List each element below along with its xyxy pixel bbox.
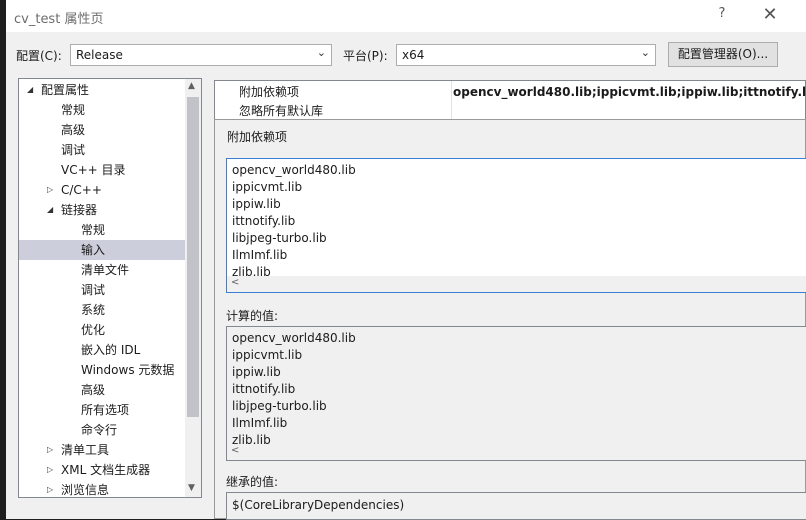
tree-item-label: Windows 元数据 — [81, 363, 175, 377]
popup-title: 附加依赖项 — [227, 130, 288, 144]
text-line: ippiw.lib — [232, 365, 281, 379]
expanded-arrow-icon[interactable]: ◢ — [47, 200, 53, 220]
computed-label: 计算的值: — [226, 309, 279, 323]
config-manager-button[interactable]: 配置管理器(O)... — [668, 42, 778, 67]
tree-item-label: 输入 — [81, 243, 106, 257]
tree-item[interactable]: ▷ 清单工具 — [19, 440, 185, 460]
tree-scrollbar[interactable]: ▲ ▼ — [185, 79, 201, 497]
title-bar: cv_test 属性页 ? ✕ — [6, 0, 806, 32]
tree-item-label: XML 文档生成器 — [61, 463, 151, 477]
additional-deps-dialog: 附加依赖项 opencv_world480.lib ippicvmt.lib ipp… — [214, 119, 806, 520]
chevron-down-icon: ⌄ — [640, 46, 650, 59]
tree-item-label: 常规 — [81, 223, 106, 237]
text-line: ippicvmt.lib — [232, 348, 303, 362]
tree-item[interactable]: 常规 — [19, 220, 185, 240]
chevron-down-icon: ⌄ — [316, 46, 326, 59]
tree-scroll-thumb[interactable] — [187, 97, 199, 417]
tree-item[interactable]: 清单文件 — [19, 260, 185, 280]
platform-label: 平台(P): — [343, 49, 388, 63]
tree-item-label: 嵌入的 IDL — [81, 343, 141, 357]
tree-item-label: 高级 — [81, 383, 106, 397]
config-dropdown[interactable]: Release ⌄ — [70, 44, 332, 66]
tree-item[interactable]: ▷ XML 文档生成器 — [19, 460, 185, 480]
text-line: ittnotify.lib — [232, 214, 296, 228]
text-line: $(CoreLibraryDependencies) — [232, 498, 405, 512]
config-value: Release — [76, 48, 123, 62]
tree-item[interactable]: ◢ 配置属性 — [19, 80, 185, 100]
inherited-label: 继承的值: — [226, 475, 279, 489]
tree-item[interactable]: 常规 — [19, 100, 185, 120]
tree-item-label: 调试 — [61, 143, 86, 157]
tree-item[interactable]: 系统 — [19, 300, 185, 320]
tree-item-label: 常规 — [61, 103, 86, 117]
computed-values-box: opencv_world480.lib ippicvmt.lib ippiw.lib… — [226, 326, 806, 461]
tree-item-label: 清单工具 — [61, 443, 110, 457]
tree-item[interactable]: 输入 — [19, 240, 185, 260]
property-tree[interactable]: ◢ 配置属性 常规 高级 调试 VC++ 目录 ▷ C/C++ ◢ 链接器 常规 输入 清单文件 调试 系统… — [18, 78, 202, 498]
platform-dropdown[interactable]: x64 ⌄ — [396, 44, 656, 66]
tree-item-label: VC++ 目录 — [61, 163, 126, 177]
tree-item-label: 浏览信息 — [61, 483, 110, 497]
scroll-up-icon[interactable]: ▲ — [188, 81, 195, 91]
tree-item-label: 清单文件 — [81, 263, 130, 277]
tree-item[interactable]: ▷ C/C++ — [19, 180, 185, 200]
grid-row-value: opencv_world480.lib;ippicvmt.lib;ippiw.l… — [453, 85, 806, 99]
tree-item[interactable]: 所有选项 — [19, 400, 185, 420]
tree-item-label: 调试 — [81, 283, 106, 297]
deps-edit-box[interactable]: opencv_world480.lib ippicvmt.lib ippiw.lib… — [226, 158, 806, 293]
tree-item[interactable]: 调试 — [19, 280, 185, 300]
close-button[interactable]: ✕ — [758, 3, 782, 27]
tree-item-label: 系统 — [81, 303, 106, 317]
computed-h-scrollbar[interactable]: < — [227, 444, 806, 460]
tree-item-label: 高级 — [61, 123, 86, 137]
tree-item[interactable]: 优化 — [19, 320, 185, 340]
tree-item[interactable]: 高级 — [19, 380, 185, 400]
collapsed-arrow-icon[interactable]: ▷ — [47, 460, 53, 480]
text-line: ippicvmt.lib — [232, 180, 303, 194]
config-label: 配置(C): — [16, 49, 62, 63]
tree-item[interactable]: Windows 元数据 — [19, 360, 185, 380]
tree-item-label: 链接器 — [61, 203, 98, 217]
help-button[interactable]: ? — [714, 6, 730, 26]
text-line: IlmImf.lib — [232, 416, 288, 430]
tree-item[interactable]: 嵌入的 IDL — [19, 340, 185, 360]
tree-item-label: 优化 — [81, 323, 106, 337]
grid-row-name: 附加依赖项 — [239, 85, 300, 99]
edit-h-scrollbar[interactable]: < — [227, 276, 806, 292]
scroll-left-icon[interactable]: < — [231, 277, 239, 288]
scroll-down-icon[interactable]: ▼ — [188, 483, 195, 493]
tree-item-label: 配置属性 — [41, 83, 90, 97]
text-line: libjpeg-turbo.lib — [232, 231, 327, 245]
text-line: libjpeg-turbo.lib — [232, 399, 327, 413]
text-line: ippiw.lib — [232, 197, 281, 211]
tree-item[interactable]: VC++ 目录 — [19, 160, 185, 180]
text-line: opencv_world480.lib — [232, 331, 356, 345]
platform-value: x64 — [402, 48, 425, 62]
tree-item-label: C/C++ — [61, 183, 102, 197]
collapsed-arrow-icon[interactable]: ▷ — [47, 440, 53, 460]
text-line: ittnotify.lib — [232, 382, 296, 396]
expanded-arrow-icon[interactable]: ◢ — [27, 80, 33, 100]
collapsed-arrow-icon[interactable]: ▷ — [47, 180, 53, 200]
tree-item[interactable]: 调试 — [19, 140, 185, 160]
text-line: opencv_world480.lib — [232, 163, 356, 177]
tree-item[interactable]: 命令行 — [19, 420, 185, 440]
collapsed-arrow-icon[interactable]: ▷ — [47, 480, 53, 497]
tree-item[interactable]: ◢ 链接器 — [19, 200, 185, 220]
tree-item-label: 命令行 — [81, 423, 118, 437]
grid-divider — [451, 81, 452, 121]
grid-row-additional-deps[interactable]: 附加依赖项 opencv_world480.lib;ippicvmt.lib;i… — [215, 83, 806, 102]
tree-item[interactable]: 高级 — [19, 120, 185, 140]
scroll-left-icon[interactable]: < — [231, 445, 239, 456]
window-title: cv_test 属性页 — [14, 12, 104, 27]
inherited-values-box: $(CoreLibraryDependencies) — [226, 492, 806, 520]
tree-item-label: 所有选项 — [81, 403, 130, 417]
text-line: IlmImf.lib — [232, 248, 288, 262]
tree-item[interactable]: ▷ 浏览信息 — [19, 480, 185, 497]
